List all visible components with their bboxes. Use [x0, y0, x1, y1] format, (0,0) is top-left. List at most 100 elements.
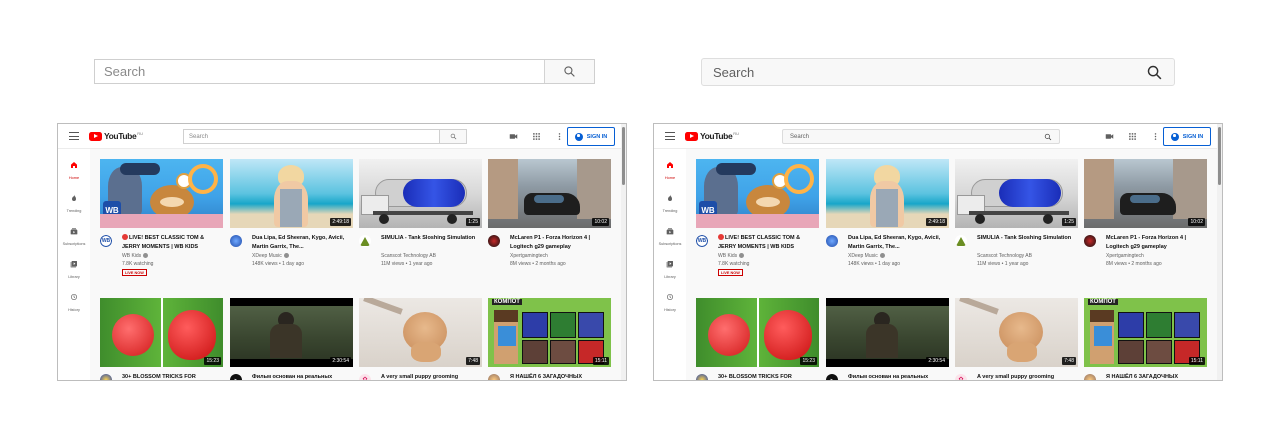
- video-title[interactable]: McLaren P1 - Forza Horizon 4 | Logitech …: [1106, 234, 1206, 251]
- search-button[interactable]: [544, 60, 594, 83]
- video-title[interactable]: Фильм основан на реальных: [848, 373, 948, 380]
- video-title-text: McLaren P1 - Forza Horizon 4 | Logitech …: [510, 235, 591, 250]
- library-icon: [666, 255, 674, 273]
- search-button[interactable]: [1037, 130, 1059, 143]
- channel-avatar[interactable]: [1084, 235, 1096, 247]
- sidebar-item-subscriptions[interactable]: Subscriptions: [654, 222, 686, 246]
- video-title[interactable]: 30+ BLOSSOM TRICKS FOR: [122, 373, 222, 380]
- video-title-text: Фильм основан на реальных: [848, 374, 929, 380]
- channel-avatar[interactable]: ▶: [826, 374, 838, 380]
- sign-in-button[interactable]: SIGN IN: [567, 127, 615, 146]
- sign-in-button[interactable]: SIGN IN: [1163, 127, 1211, 146]
- video-title[interactable]: SIMULIA - Tank Sloshing Simulation: [977, 234, 1077, 243]
- video-title[interactable]: SIMULIA - Tank Sloshing Simulation: [381, 234, 481, 243]
- sidebar-item-history[interactable]: History: [654, 288, 686, 312]
- channel-name[interactable]: WB Kids: [718, 253, 745, 259]
- video-duration: 1:25: [1062, 218, 1076, 226]
- search-input[interactable]: Search: [95, 60, 544, 83]
- sidebar-item-trending[interactable]: Trending: [58, 189, 90, 213]
- video-thumbnail[interactable]: КОМПОТ 15:11: [1084, 298, 1207, 367]
- channel-name[interactable]: Xpertgamingtech: [1106, 253, 1144, 259]
- search-button[interactable]: [1134, 59, 1174, 85]
- video-thumbnail[interactable]: КОМПОТ 15:11: [488, 298, 611, 367]
- channel-name[interactable]: WB Kids: [122, 253, 149, 259]
- video-title[interactable]: Фильм основан на реальных: [252, 373, 352, 380]
- video-title[interactable]: Dua Lipa, Ed Sheeran, Kygo, Avicii, Mart…: [848, 234, 948, 251]
- history-icon: [666, 288, 674, 306]
- sidebar-item-home[interactable]: Home: [58, 156, 90, 180]
- channel-avatar[interactable]: [955, 235, 967, 247]
- sidebar-item-library[interactable]: Library: [654, 255, 686, 279]
- scrollbar-thumb[interactable]: [1218, 127, 1221, 185]
- video-thumbnail[interactable]: 15:23: [696, 298, 819, 367]
- video-camera-icon[interactable]: [508, 131, 519, 142]
- scrollbar-thumb[interactable]: [622, 127, 625, 185]
- search-input[interactable]: Search: [783, 130, 1037, 143]
- search-input[interactable]: Search: [184, 130, 439, 143]
- video-thumbnail[interactable]: 2:30:54: [230, 298, 353, 367]
- channel-avatar[interactable]: [359, 235, 371, 247]
- video-title[interactable]: 30+ BLOSSOM TRICKS FOR: [718, 373, 818, 380]
- channel-name[interactable]: Scanscot Technology AB: [381, 253, 436, 259]
- more-vert-icon[interactable]: [1150, 131, 1161, 142]
- video-thumbnail[interactable]: 10:02: [488, 159, 611, 228]
- video-thumbnail[interactable]: 2:49:18: [230, 159, 353, 228]
- video-title[interactable]: A very small puppy grooming: [977, 373, 1077, 380]
- video-duration: 15:11: [1188, 357, 1205, 365]
- channel-name[interactable]: XDeep Music: [848, 253, 885, 259]
- sidebar-item-trending[interactable]: Trending: [654, 189, 686, 213]
- video-thumbnail[interactable]: 10:02: [1084, 159, 1207, 228]
- channel-name[interactable]: XDeep Music: [252, 253, 289, 259]
- channel-avatar[interactable]: [230, 235, 242, 247]
- video-title[interactable]: LIVE! BEST CLASSIC TOM & JERRY MOMENTS |…: [122, 234, 222, 251]
- channel-avatar[interactable]: [826, 235, 838, 247]
- channel-avatar[interactable]: [1084, 374, 1096, 380]
- apps-grid-icon[interactable]: [1127, 131, 1138, 142]
- video-thumbnail[interactable]: 15:23: [100, 298, 223, 367]
- apps-grid-icon[interactable]: [531, 131, 542, 142]
- channel-avatar[interactable]: ✿: [359, 374, 371, 380]
- video-thumbnail[interactable]: 1:25: [955, 159, 1078, 228]
- more-vert-icon[interactable]: [554, 131, 565, 142]
- search-icon: [450, 133, 456, 140]
- video-thumbnail[interactable]: 1:25: [359, 159, 482, 228]
- scrollbar[interactable]: [1217, 124, 1222, 380]
- channel-avatar[interactable]: [696, 374, 708, 380]
- youtube-logo[interactable]: YouTube RU: [89, 131, 143, 141]
- sidebar-item-library[interactable]: Library: [58, 255, 90, 279]
- menu-icon[interactable]: [69, 132, 79, 140]
- video-title[interactable]: McLaren P1 - Forza Horizon 4 | Logitech …: [510, 234, 610, 251]
- youtube-logo[interactable]: YouTube RU: [685, 131, 739, 141]
- video-camera-icon[interactable]: [1104, 131, 1115, 142]
- channel-avatar[interactable]: ✿: [955, 374, 967, 380]
- sidebar-item-home[interactable]: Home: [654, 156, 686, 180]
- video-thumbnail[interactable]: WB: [100, 159, 223, 228]
- video-thumbnail[interactable]: 2:49:18: [826, 159, 949, 228]
- channel-name[interactable]: Scanscot Technology AB: [977, 253, 1032, 259]
- channel-name[interactable]: Xpertgamingtech: [510, 253, 548, 259]
- video-thumbnail[interactable]: 7:48: [359, 298, 482, 367]
- search-button[interactable]: [439, 130, 466, 143]
- channel-avatar[interactable]: WB: [696, 235, 708, 247]
- sidebar-item-subscriptions[interactable]: Subscriptions: [58, 222, 90, 246]
- channel-avatar[interactable]: [488, 235, 500, 247]
- video-title[interactable]: A very small puppy grooming: [381, 373, 481, 380]
- channel-avatar[interactable]: [100, 374, 112, 380]
- channel-name-text: WB Kids: [122, 253, 142, 259]
- channel-avatar[interactable]: ▶: [230, 374, 242, 380]
- scrollbar[interactable]: [621, 124, 626, 380]
- video-title[interactable]: Я НАШЁЛ 6 ЗАГАДОЧНЫХ: [1106, 373, 1206, 380]
- video-thumbnail[interactable]: 2:30:54: [826, 298, 949, 367]
- video-title-text: 30+ BLOSSOM TRICKS FOR: [718, 374, 792, 380]
- video-title[interactable]: LIVE! BEST CLASSIC TOM & JERRY MOMENTS |…: [718, 234, 818, 251]
- menu-icon[interactable]: [665, 132, 675, 140]
- channel-avatar[interactable]: [488, 374, 500, 380]
- video-title[interactable]: Я НАШЁЛ 6 ЗАГАДОЧНЫХ: [510, 373, 610, 380]
- search-input[interactable]: Search: [702, 59, 1134, 85]
- channel-avatar[interactable]: WB: [100, 235, 112, 247]
- video-thumbnail[interactable]: 7:48: [955, 298, 1078, 367]
- sidebar-item-history[interactable]: History: [58, 288, 90, 312]
- video-thumbnail[interactable]: WB: [696, 159, 819, 228]
- thumbnail-overlay-text: КОМПОТ: [492, 299, 522, 305]
- video-title[interactable]: Dua Lipa, Ed Sheeran, Kygo, Avicii, Mart…: [252, 234, 352, 251]
